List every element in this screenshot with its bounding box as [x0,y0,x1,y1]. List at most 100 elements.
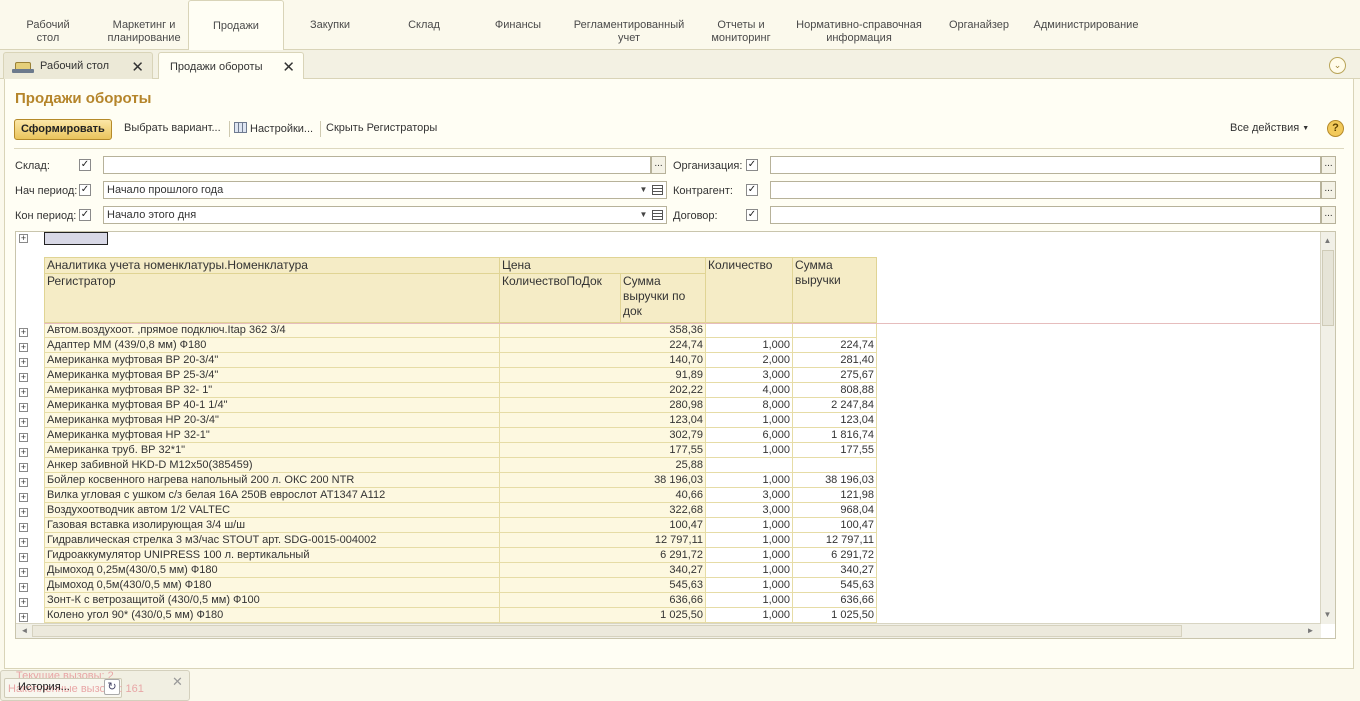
calendar-icon[interactable] [651,182,665,198]
nav-item-sales[interactable]: Продажи [188,0,284,51]
nomenclature-cell[interactable]: Американка труб. ВР 32*1" [44,442,500,458]
selected-cell[interactable] [44,232,108,245]
organization-field[interactable] [770,156,1321,174]
nav-item-finance[interactable]: Финансы [478,0,558,50]
nomenclature-cell[interactable]: Гидравлическая стрелка 3 м3/час STOUT ар… [44,532,500,548]
expand-row-icon[interactable]: + [19,403,28,412]
revenue-cell[interactable]: 636,66 [792,592,877,608]
expand-row-icon[interactable]: + [19,508,28,517]
revenue-cell[interactable]: 123,04 [792,412,877,428]
nomenclature-cell[interactable]: Американка муфтовая ВР 32- 1" [44,382,500,398]
price-cell[interactable]: 12 797,11 [499,532,706,548]
revenue-cell[interactable]: 38 196,03 [792,472,877,488]
price-cell[interactable]: 91,89 [499,367,706,383]
contract-field[interactable] [770,206,1321,224]
nav-item-organizer[interactable]: Органайзер [940,0,1018,50]
quantity-cell[interactable]: 1,000 [705,412,793,428]
expand-row-icon[interactable]: + [19,583,28,592]
price-cell[interactable]: 1 025,50 [499,607,706,623]
warehouse-select-button[interactable]: ... [651,156,666,174]
quantity-cell[interactable]: 1,000 [705,607,793,623]
revenue-cell[interactable] [792,457,877,473]
quantity-cell[interactable]: 2,000 [705,352,793,368]
quantity-cell[interactable]: 1,000 [705,442,793,458]
all-actions-menu[interactable]: Все действия ▼ [1230,122,1309,134]
table-row[interactable]: Американка муфтовая ВР 20-3/4" 140,70 2,00… [44,352,877,368]
quantity-cell[interactable]: 3,000 [705,487,793,503]
table-row[interactable]: Американка муфтовая ВР 40-1 1/4" 280,98 8,… [44,397,877,413]
nav-item-regulated-accounting[interactable]: Регламентированный учет [566,0,692,50]
revenue-cell[interactable]: 340,27 [792,562,877,578]
contract-select-button[interactable]: ... [1321,206,1336,224]
report-spreadsheet[interactable]: + Аналитика учета номенклатуры.Номенклат… [15,231,1336,639]
start-period-field[interactable]: Начало прошлого года [103,181,667,199]
revenue-cell[interactable]: 6 291,72 [792,547,877,563]
expand-row-icon[interactable]: + [19,448,28,457]
expand-row-icon[interactable]: + [19,523,28,532]
table-row[interactable]: Газовая вставка изолирующая 3/4 ш/ш 100,4… [44,517,877,533]
price-cell[interactable]: 38 196,03 [499,472,706,488]
revenue-cell[interactable]: 545,63 [792,577,877,593]
end-period-checkbox[interactable]: ✓ [79,209,91,221]
end-period-field[interactable]: Начало этого дня [103,206,667,224]
settings-button[interactable]: Настройки... [234,122,313,135]
organization-select-button[interactable]: ... [1321,156,1336,174]
revenue-cell[interactable] [792,322,877,338]
quantity-cell[interactable]: 1,000 [705,562,793,578]
collapse-panel-icon[interactable]: ⌄ [1329,57,1346,74]
price-cell[interactable]: 302,79 [499,427,706,443]
revenue-cell[interactable]: 100,47 [792,517,877,533]
price-cell[interactable]: 202,22 [499,382,706,398]
nomenclature-cell[interactable]: Американка муфтовая НР 20-3/4" [44,412,500,428]
nomenclature-cell[interactable]: Автом.воздухоот. ,прямое подключ.Itap 36… [44,322,500,338]
quantity-cell[interactable]: 8,000 [705,397,793,413]
table-row[interactable]: Американка муфтовая ВР 32- 1" 202,22 4,000… [44,382,877,398]
price-cell[interactable]: 280,98 [499,397,706,413]
price-cell[interactable]: 140,70 [499,352,706,368]
table-row[interactable]: Американка муфтовая НР 32-1" 302,79 6,000 1… [44,427,877,443]
nav-item-administration[interactable]: Администрирование [1028,0,1144,50]
close-icon[interactable]: ✕ [172,674,183,690]
nomenclature-cell[interactable]: Адаптер ММ (439/0,8 мм) Ф180 [44,337,500,353]
nomenclature-cell[interactable]: Американка муфтовая ВР 40-1 1/4" [44,397,500,413]
revenue-cell[interactable]: 281,40 [792,352,877,368]
quantity-cell[interactable]: 6,000 [705,427,793,443]
revenue-cell[interactable]: 1 025,50 [792,607,877,623]
expand-row-icon[interactable]: + [19,568,28,577]
table-row[interactable]: Воздухоотводчик автом 1/2 VALTEC 322,68 3,… [44,502,877,518]
table-row[interactable]: Американка труб. ВР 32*1" 177,55 1,000 177,… [44,442,877,458]
quantity-cell[interactable]: 3,000 [705,502,793,518]
price-cell[interactable]: 25,88 [499,457,706,473]
price-cell[interactable]: 177,55 [499,442,706,458]
quantity-cell[interactable]: 3,000 [705,367,793,383]
scroll-right-icon[interactable]: ► [1304,624,1317,637]
scroll-thumb[interactable] [32,625,1182,637]
table-row[interactable]: Гидроаккумулятор UNIPRESS 100 л. вертика… [44,547,877,563]
table-row[interactable]: Вилка угловая с ушком с/з белая 16А 250В… [44,487,877,503]
table-row[interactable]: Американка муфтовая НР 20-3/4" 123,04 1,00… [44,412,877,428]
start-period-checkbox[interactable]: ✓ [79,184,91,196]
refresh-icon[interactable]: ↻ [104,679,120,695]
quantity-cell[interactable]: 1,000 [705,532,793,548]
revenue-cell[interactable]: 808,88 [792,382,877,398]
nav-item-purchases[interactable]: Закупки [290,0,370,50]
help-icon[interactable]: ? [1327,120,1344,137]
warehouse-checkbox[interactable]: ✓ [79,159,91,171]
horizontal-scrollbar[interactable]: ◄ ► [16,623,1321,638]
price-cell[interactable]: 6 291,72 [499,547,706,563]
price-cell[interactable]: 340,27 [499,562,706,578]
quantity-cell[interactable]: 1,000 [705,472,793,488]
price-cell[interactable]: 545,63 [499,577,706,593]
expand-row-icon[interactable]: + [19,493,28,502]
expand-row-icon[interactable]: + [19,613,28,622]
hide-registrators-button[interactable]: Скрыть Регистраторы [326,122,437,134]
expand-row-icon[interactable]: + [19,328,28,337]
quantity-cell[interactable]: 4,000 [705,382,793,398]
table-row[interactable]: Гидравлическая стрелка 3 м3/час STOUT ар… [44,532,877,548]
nomenclature-cell[interactable]: Дымоход 0,25м(430/0,5 мм) Ф180 [44,562,500,578]
price-cell[interactable]: 358,36 [499,322,706,338]
nomenclature-cell[interactable]: Колено угол 90* (430/0,5 мм) Ф180 [44,607,500,623]
table-row[interactable]: Автом.воздухоот. ,прямое подключ.Itap 36… [44,322,877,338]
counterparty-field[interactable] [770,181,1321,199]
generate-button[interactable]: Сформировать [14,119,112,140]
